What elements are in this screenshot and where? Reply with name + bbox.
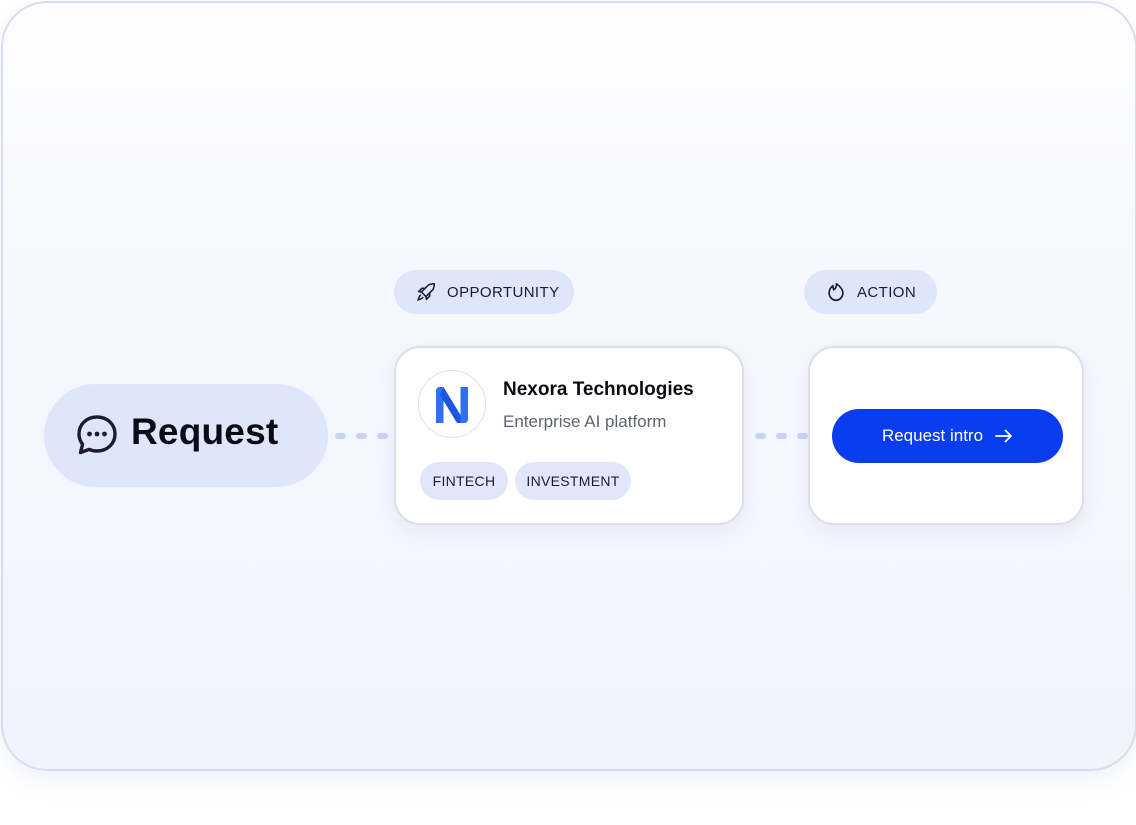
chat-bubble-icon	[77, 415, 117, 455]
company-logo	[418, 370, 486, 438]
request-label: Request	[131, 411, 279, 452]
opportunity-badge-label: OPPORTUNITY	[447, 283, 560, 301]
nexora-logo-icon	[436, 387, 468, 423]
request-node[interactable]: Request	[44, 384, 328, 487]
action-badge-label: ACTION	[857, 283, 917, 301]
connector-opportunity-action	[755, 433, 808, 439]
canvas-frame: Request OPPORTUNITY ACTION Nexora Techno…	[1, 1, 1136, 771]
company-description: Enterprise AI platform	[503, 412, 667, 431]
action-card: Request intro	[808, 346, 1084, 525]
opportunity-badge: OPPORTUNITY	[394, 270, 574, 314]
request-intro-label: Request intro	[881, 426, 984, 445]
tag-fintech[interactable]: FINTECH	[420, 462, 508, 500]
request-intro-button[interactable]: Request intro	[832, 409, 1063, 463]
connector-request-opportunity	[335, 433, 388, 439]
opportunity-card[interactable]: Nexora Technologies Enterprise AI platfo…	[394, 346, 744, 525]
flame-icon	[828, 282, 844, 302]
company-name: Nexora Technologies	[503, 379, 694, 400]
tag-investment[interactable]: INVESTMENT	[515, 462, 631, 500]
rocket-icon	[416, 282, 436, 302]
action-badge: ACTION	[804, 270, 937, 314]
arrow-right-icon	[995, 429, 1012, 443]
